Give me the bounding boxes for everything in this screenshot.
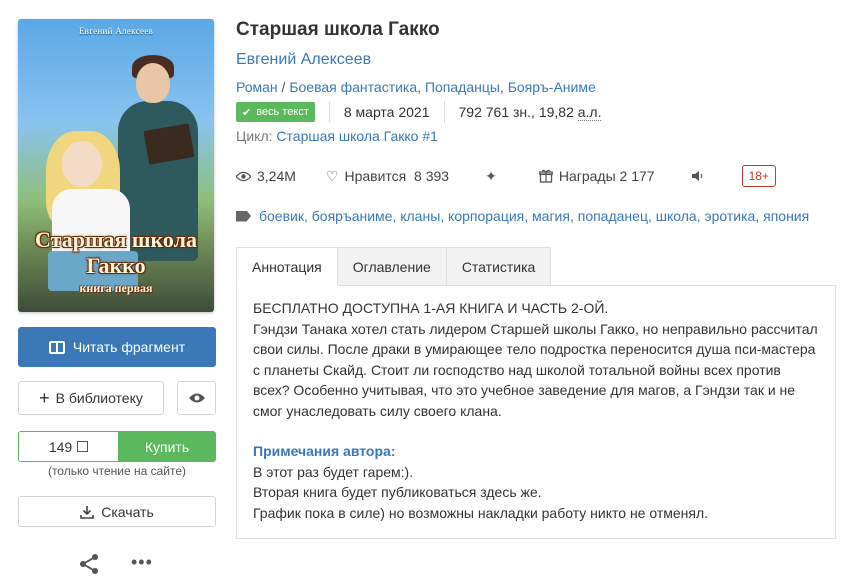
annotation-panel: БЕСПЛАТНО ДОСТУПНА 1-АЯ КНИГА И ЧАСТЬ 2-…: [236, 285, 836, 539]
publish-date: 8 марта 2021: [343, 104, 430, 120]
awards-label: Награды: [558, 168, 616, 184]
annotation-body: Гэндзи Танака хотел стать лидером Старше…: [253, 320, 818, 419]
download-icon: [80, 505, 95, 519]
tag-link[interactable]: бояръаниме: [312, 208, 393, 224]
plus-icon: +: [39, 388, 50, 408]
tags-list: боевик, бояръаниме, кланы, корпорация, м…: [236, 208, 809, 224]
genres-list: Роман / Боевая фантастика, Попаданцы, Бо…: [236, 79, 596, 95]
cycle-info: Цикл: Старшая школа Гакко #1: [236, 128, 438, 144]
add-to-library-button[interactable]: + В библиотеку: [18, 381, 164, 415]
stats-bar: 3,24M ♡ Нравится 8 393 ✦ Награды 2 177 1…: [236, 165, 776, 187]
tag-link[interactable]: кланы: [400, 208, 440, 224]
tag-link[interactable]: эротика: [704, 208, 755, 224]
genre-link[interactable]: Попаданцы: [425, 79, 500, 95]
read-fragment-label: Читать фрагмент: [72, 339, 186, 355]
views-stat: 3,24M: [236, 168, 296, 184]
views-count: 3,24M: [257, 168, 296, 184]
author-notes-heading: Примечания автора:: [253, 443, 396, 459]
book-title: Старшая школа Гакко: [236, 19, 440, 40]
cycle-label: Цикл:: [236, 128, 273, 144]
divider: [443, 101, 445, 123]
buy-button[interactable]: Купить: [118, 431, 216, 462]
price-display: 149: [18, 431, 118, 462]
price-value: 149: [48, 438, 73, 455]
like-button[interactable]: ♡ Нравится 8 393: [326, 168, 449, 185]
more-icon[interactable]: •••: [131, 553, 153, 571]
size-unit[interactable]: а.л.: [577, 104, 602, 121]
author-note: В этот раз будет гарем:).: [253, 463, 414, 480]
sparkles-icon: ✦: [485, 167, 497, 184]
heart-icon: ♡: [325, 167, 339, 184]
cover-title-line2: Гакко: [86, 253, 146, 278]
tag-icon: [236, 210, 251, 222]
genre-separator: /: [277, 79, 290, 95]
tag-link[interactable]: корпорация: [448, 208, 524, 224]
book-cover[interactable]: Евгений Алексеев Старшая школа Гакко кни…: [18, 19, 214, 312]
full-text-label: весь текст: [256, 106, 309, 118]
audio-button[interactable]: [691, 170, 704, 182]
tab-contents[interactable]: Оглавление: [336, 247, 447, 286]
tab-annotation[interactable]: Аннотация: [236, 247, 338, 286]
book-size: 792 761 зн., 19,82: [458, 104, 574, 120]
genre-comma: ,: [417, 79, 425, 95]
tag-link[interactable]: школа: [656, 208, 697, 224]
cover-subtitle: книга первая: [79, 281, 153, 295]
book-meta: ✔ весь текст 8 марта 2021 792 761 зн., 1…: [236, 101, 602, 123]
views-eye-icon: [236, 171, 251, 181]
speaker-icon: [691, 171, 702, 181]
age-rating-badge: 18+: [741, 165, 776, 187]
read-only-note: (только чтение на сайте): [47, 464, 187, 478]
awards-button[interactable]: Награды 2 177: [538, 168, 655, 184]
cover-art-girl-face: [62, 141, 102, 187]
share-icon[interactable]: [78, 553, 100, 575]
genre-comma: ,: [499, 79, 508, 95]
cover-art-boy-head: [136, 63, 170, 103]
watch-button[interactable]: [177, 381, 216, 415]
author-link[interactable]: Евгений Алексеев: [236, 51, 371, 69]
annotation-line1: БЕСПЛАТНО ДОСТУПНА 1-АЯ КНИГА И ЧАСТЬ 2-…: [253, 300, 609, 316]
currency-icon: [77, 441, 89, 452]
tag-link[interactable]: попаданец: [578, 208, 648, 224]
gift-icon: [538, 169, 553, 183]
tag-link[interactable]: япония: [763, 208, 809, 224]
buy-label: Купить: [144, 438, 190, 455]
download-label: Скачать: [101, 503, 154, 520]
download-button[interactable]: Скачать: [18, 496, 216, 527]
cover-title-line1: Старшая школа: [35, 227, 197, 252]
likes-count: 8 393: [414, 168, 450, 184]
tag-link[interactable]: магия: [532, 208, 570, 224]
genre-link[interactable]: Роман: [236, 79, 278, 95]
cycle-link[interactable]: Старшая школа Гакко #1: [276, 128, 438, 144]
sparkles-button[interactable]: ✦: [485, 168, 503, 185]
cover-author: Евгений Алексеев: [78, 26, 154, 36]
check-icon: ✔: [242, 106, 252, 119]
eye-icon: [188, 393, 205, 403]
genre-link[interactable]: Боевая фантастика: [289, 79, 417, 95]
awards-count: 2 177: [619, 168, 655, 184]
author-note: Вторая книга будет публиковаться здесь ж…: [253, 484, 542, 500]
book-open-icon: [48, 340, 65, 354]
full-text-badge: ✔ весь текст: [236, 102, 315, 122]
tag-link[interactable]: боевик: [259, 208, 304, 224]
genre-link[interactable]: Бояръ-Аниме: [508, 79, 596, 95]
add-to-library-label: В библиотеку: [55, 390, 143, 406]
book-tabs: Аннотация Оглавление Статистика: [236, 247, 552, 286]
author-note: График пока в силе) но возможны накладки…: [253, 504, 709, 521]
tab-statistics[interactable]: Статистика: [445, 247, 552, 286]
read-fragment-button[interactable]: Читать фрагмент: [18, 327, 216, 367]
divider: [328, 101, 330, 123]
likes-label: Нравится: [344, 168, 407, 184]
